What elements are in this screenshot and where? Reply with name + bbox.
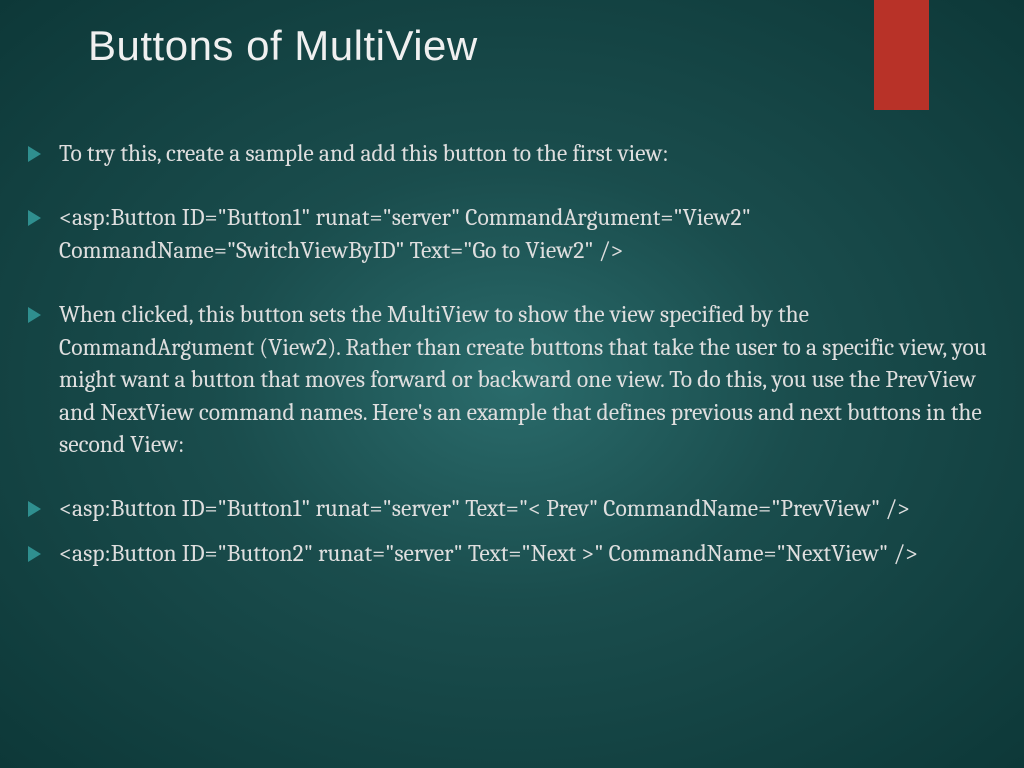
- bullet-item: <asp:Button ID="Button1" runat="server" …: [28, 202, 996, 267]
- bullet-item: To try this, create a sample and add thi…: [28, 138, 996, 170]
- bullet-item: <asp:Button ID="Button2" runat="server" …: [28, 538, 996, 570]
- slide-content: To try this, create a sample and add thi…: [28, 138, 996, 602]
- bullet-text: To try this, create a sample and add thi…: [59, 138, 669, 170]
- bullet-arrow-icon: [28, 546, 41, 562]
- decorative-ribbon: [874, 0, 929, 110]
- bullet-item: When clicked, this button sets the Multi…: [28, 299, 996, 461]
- bullet-text: <asp:Button ID="Button2" runat="server" …: [59, 538, 918, 570]
- bullet-arrow-icon: [28, 146, 41, 162]
- bullet-arrow-icon: [28, 210, 41, 226]
- bullet-text: <asp:Button ID="Button1" runat="server" …: [59, 202, 996, 267]
- bullet-text: <asp:Button ID="Button1" runat="server" …: [59, 493, 910, 525]
- slide-title: Buttons of MultiView: [88, 22, 478, 70]
- bullet-item: <asp:Button ID="Button1" runat="server" …: [28, 493, 996, 525]
- bullet-text: When clicked, this button sets the Multi…: [59, 299, 996, 461]
- bullet-arrow-icon: [28, 307, 41, 323]
- bullet-arrow-icon: [28, 501, 41, 517]
